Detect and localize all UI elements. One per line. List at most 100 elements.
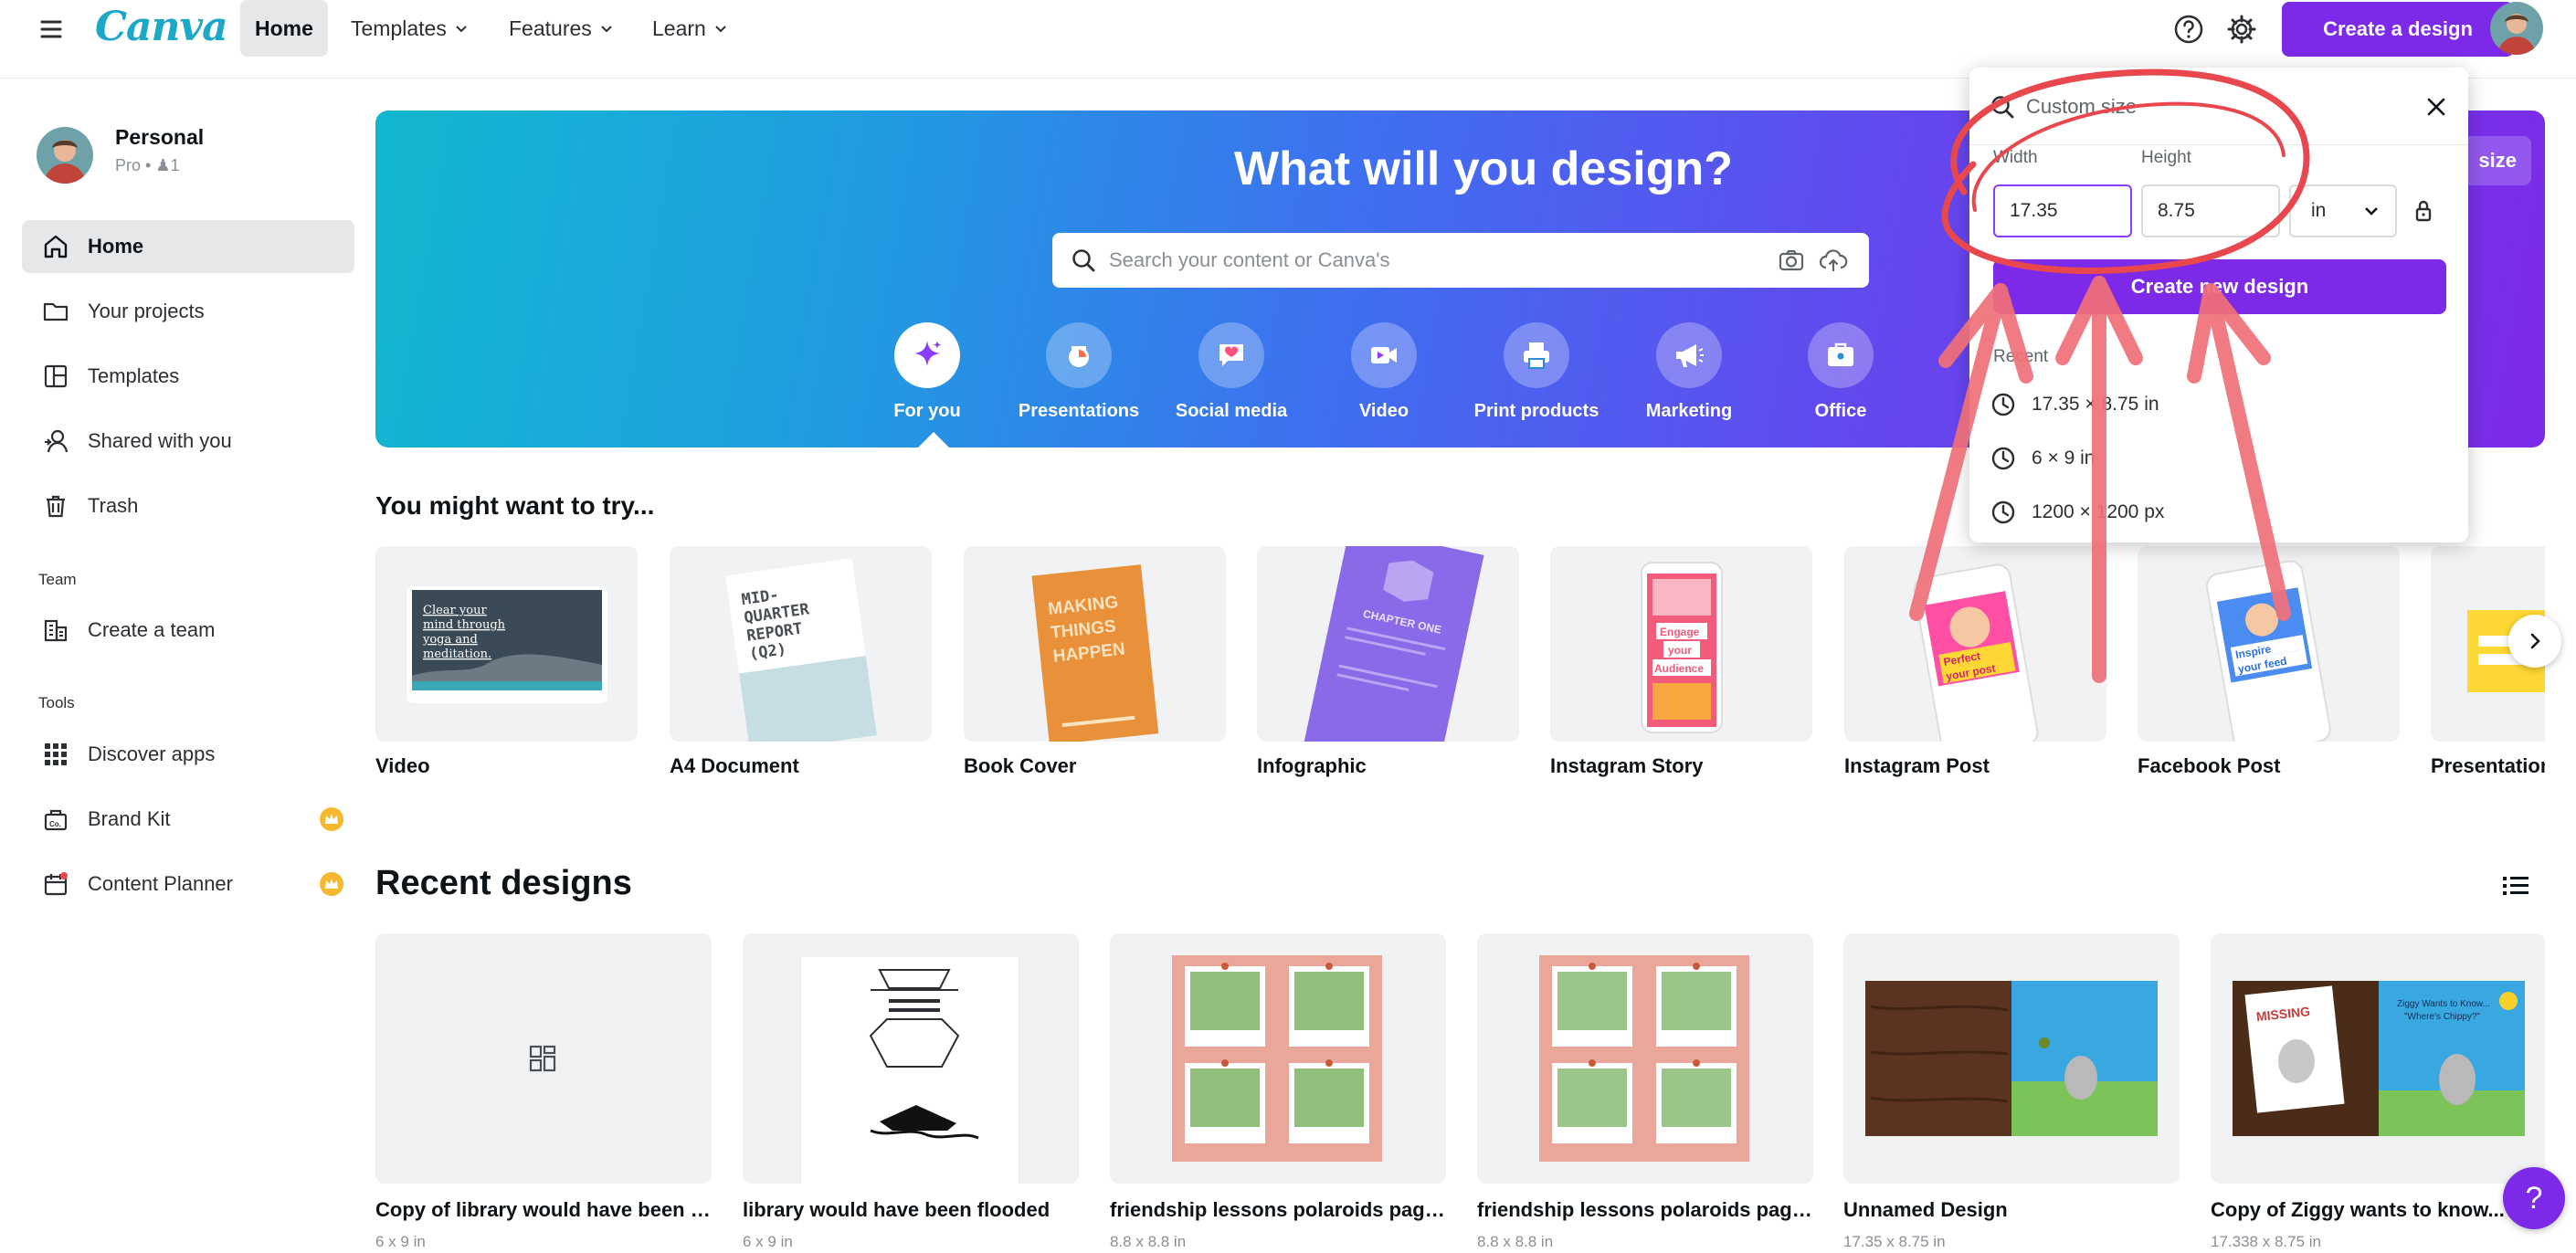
recent-design-title[interactable]: friendship lessons polaroids page 1 <box>1110 1198 1446 1222</box>
search-icon <box>1072 249 1095 272</box>
folder-icon <box>40 296 71 327</box>
sidebar-item-create-team[interactable]: Create a team <box>22 604 354 657</box>
try-card-instagram-story[interactable]: Engage your Audience <box>1550 546 1812 742</box>
sidebar-item-your-projects[interactable]: Your projects <box>22 285 354 338</box>
nav-home[interactable]: Home <box>240 0 328 57</box>
try-card-facebook-post[interactable]: Inspire your feed <box>2138 546 2400 742</box>
recent-design-card[interactable] <box>1477 933 1813 1184</box>
height-label: Height <box>2141 148 2191 167</box>
svg-text:Engage: Engage <box>1660 626 1700 638</box>
try-card-book-cover[interactable]: MAKING THINGS HAPPEN <box>964 546 1226 742</box>
recent-design-size: 17.35 x 8.75 in <box>1843 1233 1946 1250</box>
custom-size-search[interactable] <box>1990 80 2446 133</box>
list-view-icon[interactable] <box>2497 869 2534 902</box>
category-office[interactable]: Office <box>1772 322 1909 422</box>
try-card-label: Instagram Story <box>1550 754 1704 777</box>
briefcase-icon <box>1808 322 1874 388</box>
printer-icon <box>1504 322 1569 388</box>
upload-cloud-icon[interactable] <box>1818 246 1848 275</box>
presentation-icon <box>1046 322 1112 388</box>
close-icon[interactable] <box>2421 91 2452 122</box>
category-social-media[interactable]: Social media <box>1163 322 1300 422</box>
try-card-label: A4 Document <box>670 754 799 777</box>
category-label: Video <box>1358 401 1409 421</box>
recent-size-label: 1200 × 1200 px <box>2032 501 2165 522</box>
height-field[interactable] <box>2141 184 2280 237</box>
recent-size-item[interactable]: 6 × 9 in <box>1990 436 2446 481</box>
recent-design-card[interactable] <box>1110 933 1446 1184</box>
category-print-products[interactable]: Print products <box>1468 322 1605 422</box>
chevron-down-icon <box>2365 207 2378 216</box>
gear-icon[interactable] <box>2223 11 2260 47</box>
category-presentations[interactable]: Presentations <box>1010 322 1147 422</box>
nav-features[interactable]: Features <box>494 0 628 57</box>
lock-aspect-icon[interactable] <box>2408 195 2439 226</box>
sidebar: Personal Pro • ♟1 Home Your projects Tem… <box>0 79 365 1253</box>
recent-design-card[interactable] <box>1843 933 2180 1184</box>
nav-learn[interactable]: Learn <box>638 0 743 57</box>
sidebar-item-shared-with-you[interactable]: Shared with you <box>22 415 354 468</box>
try-card-infographic[interactable]: CHAPTER ONE <box>1257 546 1519 742</box>
category-label: Office <box>1814 401 1867 421</box>
recent-size-item[interactable]: 17.35 × 8.75 in <box>1990 382 2446 427</box>
try-card-label: Facebook Post <box>2138 754 2281 777</box>
create-new-design-button[interactable]: Create new design <box>1993 259 2446 314</box>
recent-size-label: 6 × 9 in <box>2032 448 2096 469</box>
floating-help-button[interactable]: ? <box>2503 1167 2565 1229</box>
heart-chat-icon <box>1198 322 1264 388</box>
recent-size-item[interactable]: 1200 × 1200 px <box>1990 490 2446 535</box>
nav-features-label: Features <box>509 16 592 40</box>
category-video[interactable]: Video <box>1315 322 1452 422</box>
help-icon[interactable] <box>2170 11 2207 47</box>
sidebar-item-home[interactable]: Home <box>22 220 354 273</box>
design-placeholder-icon <box>529 1045 556 1072</box>
member-count: 1 <box>170 156 180 174</box>
active-category-pointer <box>918 432 949 448</box>
search-icon <box>1991 96 2014 119</box>
recent-design-title[interactable]: friendship lessons polaroids page 2 <box>1477 1198 1813 1222</box>
try-card-label: Presentation <box>2431 754 2545 777</box>
recent-design-title[interactable]: Unnamed Design <box>1843 1198 2180 1222</box>
carousel-next-button[interactable] <box>2508 615 2561 668</box>
category-for-you[interactable]: For you <box>859 322 996 422</box>
width-label: Width <box>1993 148 2038 167</box>
team-section-heading: Team <box>38 571 77 588</box>
unit-select[interactable]: in <box>2289 184 2397 237</box>
hero-search-bar[interactable] <box>1052 233 1869 288</box>
category-label: Presentations <box>1018 401 1140 421</box>
create-a-design-button[interactable]: Create a design <box>2282 2 2514 57</box>
width-field[interactable] <box>1993 184 2132 237</box>
sidebar-item-templates[interactable]: Templates <box>22 350 354 403</box>
sidebar-item-content-planner[interactable]: Content Planner <box>22 858 354 911</box>
recent-design-title[interactable]: Copy of Ziggy wants to know... W <box>2211 1198 2545 1222</box>
recent-design-title[interactable]: Copy of library would have been fl... <box>375 1198 712 1222</box>
user-avatar[interactable] <box>2490 2 2543 55</box>
calendar-icon <box>40 869 71 900</box>
try-card-instagram-post[interactable]: Perfect your post <box>1844 546 2106 742</box>
category-label: Marketing <box>1645 401 1733 421</box>
clock-icon <box>1991 447 2015 470</box>
sidebar-item-brand-kit[interactable]: Co. Brand Kit <box>22 793 354 846</box>
nav-templates[interactable]: Templates <box>336 0 483 57</box>
recent-design-card[interactable] <box>375 933 712 1184</box>
sidebar-item-trash[interactable]: Trash <box>22 479 354 532</box>
account-switcher[interactable]: Personal Pro • ♟1 <box>37 123 347 187</box>
sidebar-item-discover-apps[interactable]: Discover apps <box>22 728 354 781</box>
canva-logo[interactable]: Canva <box>95 0 228 55</box>
recent-design-title[interactable]: library would have been flooded <box>743 1198 1079 1222</box>
hamburger-menu-icon[interactable] <box>35 13 68 46</box>
svg-text:Co.: Co. <box>49 820 61 828</box>
recent-design-card[interactable] <box>743 933 1079 1184</box>
custom-size-search-input[interactable] <box>2026 95 2391 119</box>
templates-icon <box>40 361 71 392</box>
try-card-video[interactable]: Clear your mind through yoga and meditation… <box>375 546 638 742</box>
chevron-right-icon <box>2530 633 2540 649</box>
tools-section-heading: Tools <box>38 694 75 711</box>
category-marketing[interactable]: Marketing <box>1621 322 1758 422</box>
recent-design-size: 8.8 x 8.8 in <box>1477 1233 1554 1250</box>
recent-design-card[interactable]: MISSING Ziggy Wants to Know... "Where's Ch… <box>2211 933 2545 1184</box>
try-card-a4-document[interactable]: MID- QUARTER REPORT (Q2) <box>670 546 932 742</box>
camera-search-icon[interactable] <box>1777 246 1806 275</box>
hero-search-input[interactable] <box>1109 248 1748 272</box>
svg-text:yoga and: yoga and <box>422 633 478 647</box>
